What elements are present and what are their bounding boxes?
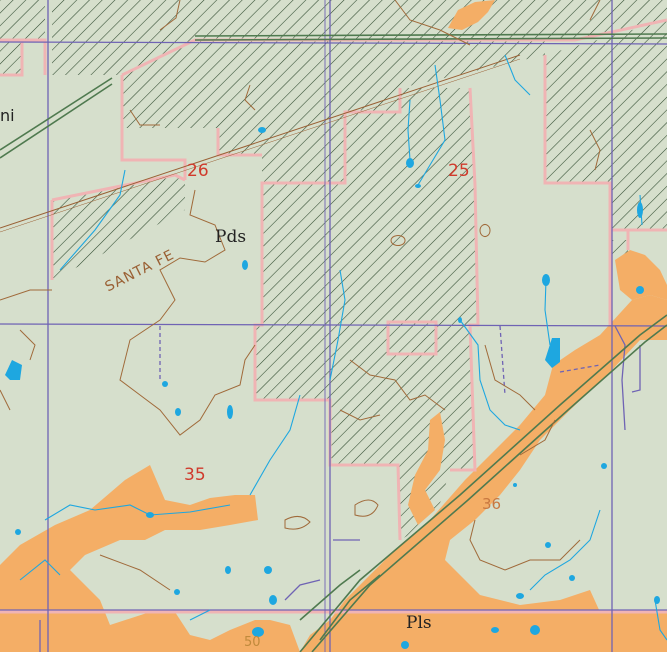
hatched-parcels <box>0 0 667 540</box>
tank-west <box>5 360 22 380</box>
section-26-label: 26 <box>187 161 209 181</box>
map-canvas <box>0 0 667 652</box>
unit-pls-label: Pls <box>406 613 432 633</box>
section-36-label: 36 <box>482 495 502 513</box>
elevation-label: 50 <box>244 635 261 650</box>
section-35-label: 35 <box>184 465 206 485</box>
geologic-map[interactable]: 26 25 35 36 Pds Pls SANTA FE ni 50 <box>0 0 667 652</box>
parcel-right <box>545 20 667 230</box>
tank-east <box>545 338 560 368</box>
section-25-label: 25 <box>448 161 470 181</box>
unit-pds-label: Pds <box>215 227 247 247</box>
edge-text: ni <box>0 106 15 125</box>
alluvium-sw-channel <box>0 465 300 652</box>
